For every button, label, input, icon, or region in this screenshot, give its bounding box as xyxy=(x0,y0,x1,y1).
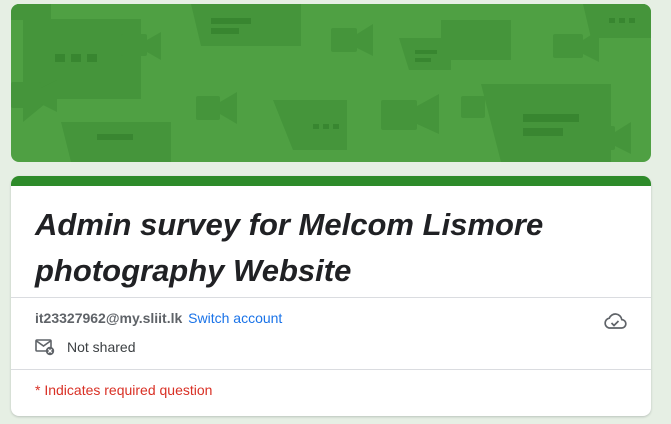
form-info-card: Admin survey for Melcom Lismore photogra… xyxy=(11,176,651,416)
account-section: it23327962@my.sliit.lk Switch account No… xyxy=(11,298,651,369)
form-header-banner xyxy=(11,4,651,162)
accent-bar xyxy=(11,176,651,186)
account-row: it23327962@my.sliit.lk Switch account xyxy=(35,310,282,326)
title-section: Admin survey for Melcom Lismore photogra… xyxy=(11,186,651,297)
share-status-row: Not shared xyxy=(35,338,135,356)
cloud-saved-icon xyxy=(604,313,627,329)
switch-account-link[interactable]: Switch account xyxy=(188,310,282,326)
form-title: Admin survey for Melcom Lismore photogra… xyxy=(35,207,544,288)
share-status-text: Not shared xyxy=(67,339,136,355)
chat-video-pattern-icon xyxy=(11,4,651,162)
mail-not-shared-icon xyxy=(35,339,55,356)
account-email: it23327962@my.sliit.lk xyxy=(35,310,183,326)
required-question-note: * Indicates required question xyxy=(35,382,213,398)
